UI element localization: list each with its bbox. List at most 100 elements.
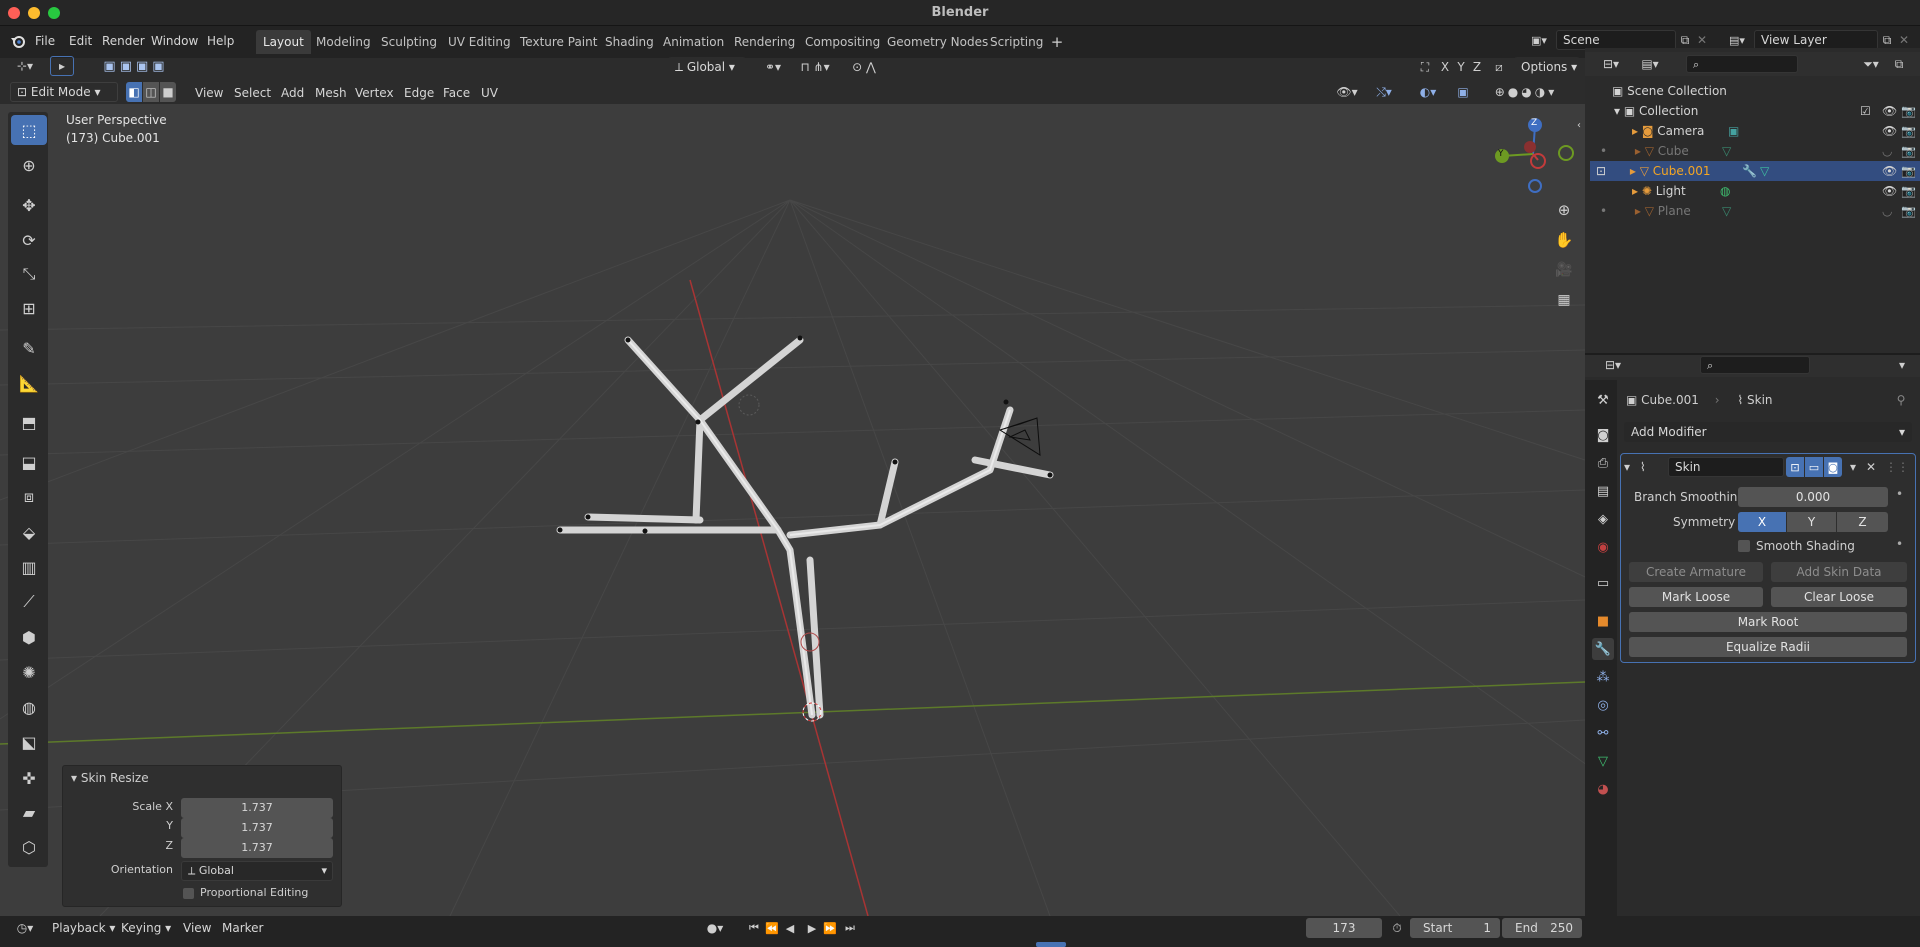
proportional-editing-icon[interactable]: ⊙ ⋀ [846, 57, 882, 77]
symmetry-z-toggle[interactable]: Z [1837, 512, 1888, 532]
menu-face[interactable]: Face [443, 83, 470, 103]
plane-hidden-icon[interactable]: ◡ [1882, 201, 1892, 221]
scene-collection-row[interactable]: ▣ Scene Collection [1590, 81, 1920, 101]
viewport-toggle-icon[interactable]: ▭ [1805, 457, 1823, 477]
collection-checkbox[interactable]: ☑ [1860, 101, 1871, 121]
gizmo-toggle-icon[interactable]: ⤭▾ [1368, 82, 1400, 102]
modifier-menu-icon[interactable]: ▾ [1846, 457, 1860, 477]
outliner-item-plane[interactable]: • ▸ ▽ Plane ▽ ◡ 📷 [1590, 201, 1920, 221]
cube-hidden-icon[interactable]: ◡ [1882, 141, 1892, 161]
cube001-render-icon[interactable]: 📷 [1901, 161, 1916, 181]
vertex-select-icon[interactable]: ◧ [126, 82, 142, 102]
collection-tab-icon[interactable]: ▭ [1592, 572, 1614, 594]
face-select-icon[interactable]: ■ [160, 82, 176, 102]
branch-smoothing-field[interactable]: 0.000 [1738, 487, 1888, 507]
sidebar-toggle-icon[interactable]: ‹ [1574, 118, 1584, 132]
light-render-icon[interactable]: 📷 [1901, 181, 1916, 201]
constraints-tab-icon[interactable]: ⚯ [1592, 722, 1614, 744]
move-tool-icon[interactable]: ✥ [11, 190, 47, 220]
new-view-layer-icon[interactable]: ⧉ [1878, 30, 1896, 50]
properties-options-icon[interactable]: ▾ [1894, 356, 1910, 374]
editor-type-icon[interactable]: ⊹▾ [10, 56, 40, 76]
timeline-view-menu[interactable]: View [183, 918, 211, 938]
tab-texture-paint[interactable]: Texture Paint [513, 30, 604, 54]
menu-window[interactable]: Window [151, 31, 198, 51]
menu-uv[interactable]: UV [481, 83, 498, 103]
menu-render[interactable]: Render [102, 31, 145, 51]
current-frame-field[interactable]: 173 [1306, 918, 1382, 938]
play-reverse-icon[interactable]: ◀ [782, 918, 798, 938]
new-scene-icon[interactable]: ⧉ [1676, 30, 1694, 50]
select-mode-icons[interactable]: ▣▣▣▣ [88, 56, 184, 76]
outliner-item-camera[interactable]: ▸ ◙ Camera ▣ 👁 📷 [1590, 121, 1920, 141]
loop-cut-tool-icon[interactable]: ▥ [11, 552, 47, 582]
marker-menu[interactable]: Marker [222, 918, 263, 938]
scale-z-field[interactable]: 1.737 [181, 838, 333, 858]
orientation-field[interactable]: ⟂ Global ▾ [181, 861, 333, 881]
xray-icon[interactable]: ▣ [1454, 82, 1472, 102]
tab-scripting[interactable]: Scripting [983, 30, 1050, 54]
create-armature-button[interactable]: Create Armature [1629, 562, 1763, 582]
symmetry-y-toggle[interactable]: Y [1787, 512, 1836, 532]
world-tab-icon[interactable]: ◉ [1592, 536, 1614, 558]
jump-keyframe-forward-icon[interactable]: ⏩ [822, 918, 838, 938]
equalize-radii-button[interactable]: Equalize Radii [1629, 637, 1907, 657]
symmetry-x-toggle[interactable]: X [1738, 512, 1786, 532]
menu-edit[interactable]: Edit [69, 31, 92, 51]
mark-loose-button[interactable]: Mark Loose [1629, 587, 1763, 607]
outliner-editor-icon[interactable]: ⊟▾ [1596, 55, 1626, 73]
material-tab-icon[interactable]: ◕ [1592, 778, 1614, 800]
outliner-item-light[interactable]: ▸ ✺ Light ◍ 👁 📷 [1590, 181, 1920, 201]
smooth-shading-checkbox[interactable] [1738, 540, 1750, 552]
drag-handle-icon[interactable]: ⋮⋮ [1885, 457, 1909, 477]
plane-render-icon[interactable]: 📷 [1901, 201, 1916, 221]
stopwatch-icon[interactable]: ⏱ [1388, 918, 1406, 938]
shading-modes-icon[interactable]: ⊕●◕◑▾ [1484, 82, 1568, 102]
poly-build-tool-icon[interactable]: ⬢ [11, 622, 47, 652]
measure-tool-icon[interactable]: 📐 [11, 368, 47, 398]
transform-tool-icon[interactable]: ⊞ [11, 293, 47, 323]
timeline-editor-icon[interactable]: ◷▾ [10, 918, 40, 938]
render-tab-icon[interactable]: ◙ [1592, 424, 1614, 446]
extrude-tool-icon[interactable]: ⬓ [11, 447, 47, 477]
pan-view-icon[interactable]: ✋ [1552, 228, 1576, 252]
auto-merge-icon[interactable]: ⧄ [1490, 57, 1508, 77]
rip-tool-icon[interactable]: ⬡ [11, 832, 47, 862]
object-tab-icon[interactable]: ■ [1592, 610, 1614, 632]
pin-icon[interactable]: ⚲ [1892, 390, 1910, 410]
scale-x-field[interactable]: 1.737 [181, 798, 333, 818]
view-layer-field[interactable]: View Layer [1754, 30, 1878, 50]
clear-loose-button[interactable]: Clear Loose [1771, 587, 1907, 607]
auto-keying-icon[interactable]: ●▾ [700, 918, 730, 938]
delete-view-layer-icon[interactable]: ✕ [1896, 30, 1912, 50]
toggle-perspective-icon[interactable]: ▦ [1552, 288, 1576, 312]
data-tab-icon[interactable]: ▽ [1592, 750, 1614, 772]
scale-y-field[interactable]: 1.737 [181, 818, 333, 838]
snap-icon[interactable]: ⊓ ⋔▾ [790, 57, 840, 77]
end-frame-field[interactable]: End 250 [1502, 918, 1582, 938]
skin-collapse-icon[interactable]: ▾ [1624, 460, 1630, 474]
tab-sculpting[interactable]: Sculpting [374, 30, 444, 54]
new-collection-icon[interactable]: ⧉ [1890, 55, 1908, 73]
spin-tool-icon[interactable]: ✺ [11, 657, 47, 687]
scene-icon[interactable]: ▣▾ [1524, 30, 1554, 50]
modifier-tab-icon[interactable]: 🔧 [1592, 638, 1614, 660]
light-visibility-icon[interactable]: 👁 [1882, 181, 1897, 201]
cube001-visibility-icon[interactable]: 👁 [1882, 161, 1897, 181]
camera-visibility-icon[interactable]: 👁 [1882, 121, 1897, 141]
navigation-gizmo[interactable]: Z Y [1488, 116, 1578, 196]
play-icon[interactable]: ▶ [804, 918, 820, 938]
camera-view-icon[interactable]: 🎥 [1552, 258, 1576, 282]
menu-edge[interactable]: Edge [404, 83, 434, 103]
jump-end-icon[interactable]: ⏭ [842, 918, 858, 938]
cursor-tool-icon[interactable]: ⊕ [11, 150, 47, 180]
menu-view[interactable]: View [195, 83, 223, 103]
camera-render-icon[interactable]: 📷 [1901, 121, 1916, 141]
start-frame-field[interactable]: Start 1 [1410, 918, 1500, 938]
delete-scene-icon[interactable]: ✕ [1694, 30, 1710, 50]
collection-row[interactable]: ▾ ▣ Collection ☑ 👁 📷 [1590, 101, 1920, 121]
tab-geometry-nodes[interactable]: Geometry Nodes [880, 30, 995, 54]
output-tab-icon[interactable]: ⎙ [1592, 452, 1614, 474]
particles-tab-icon[interactable]: ⁂ [1592, 666, 1614, 688]
display-mode-icon[interactable]: ▤▾ [1635, 55, 1665, 73]
